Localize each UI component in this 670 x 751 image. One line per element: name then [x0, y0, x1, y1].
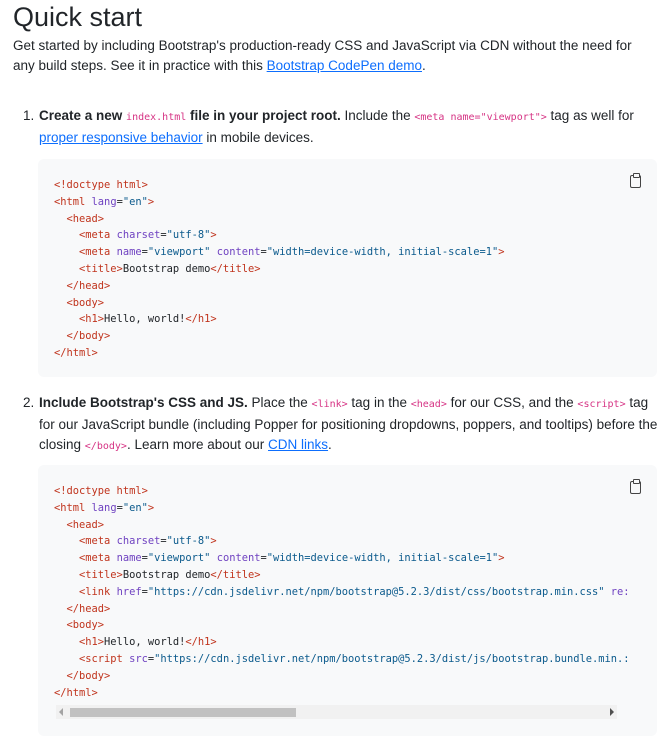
inline-code: <link>: [311, 399, 348, 410]
codepen-demo-link[interactable]: Bootstrap CodePen demo: [267, 58, 422, 73]
inline-code: <meta name="viewport">: [414, 112, 547, 123]
inline-code: <head>: [410, 399, 447, 410]
step-number: 1.: [23, 108, 35, 123]
step-1: 1. Create a new index.html file in your …: [23, 108, 634, 145]
page-title: Quick start: [13, 2, 143, 32]
scroll-right-arrow-icon[interactable]: [610, 708, 614, 716]
cdn-links-link[interactable]: CDN links: [268, 437, 328, 452]
horizontal-scrollbar[interactable]: [56, 705, 617, 719]
scroll-left-arrow-icon[interactable]: [59, 708, 63, 716]
code-content: <!doctype html> <html lang="en"> <head> …: [54, 485, 630, 699]
code-block-1: <!doctype html> <html lang="en"> <head> …: [38, 159, 657, 377]
intro-paragraph: Get started by including Bootstrap's pro…: [13, 38, 632, 73]
inline-code: index.html: [126, 112, 187, 123]
clipboard-icon[interactable]: [630, 173, 641, 188]
step-number: 2.: [23, 395, 35, 410]
scrollbar-thumb[interactable]: [70, 708, 296, 717]
step-2: 2. Include Bootstrap's CSS and JS. Place…: [23, 395, 658, 452]
inline-code: </body>: [84, 441, 127, 452]
clipboard-icon[interactable]: [630, 479, 641, 494]
responsive-behavior-link[interactable]: proper responsive behavior: [39, 130, 203, 145]
code-content: <!doctype html> <html lang="en"> <head> …: [54, 179, 505, 359]
inline-code: <script>: [577, 399, 626, 410]
code-block-2: <!doctype html> <html lang="en"> <head> …: [38, 465, 657, 736]
